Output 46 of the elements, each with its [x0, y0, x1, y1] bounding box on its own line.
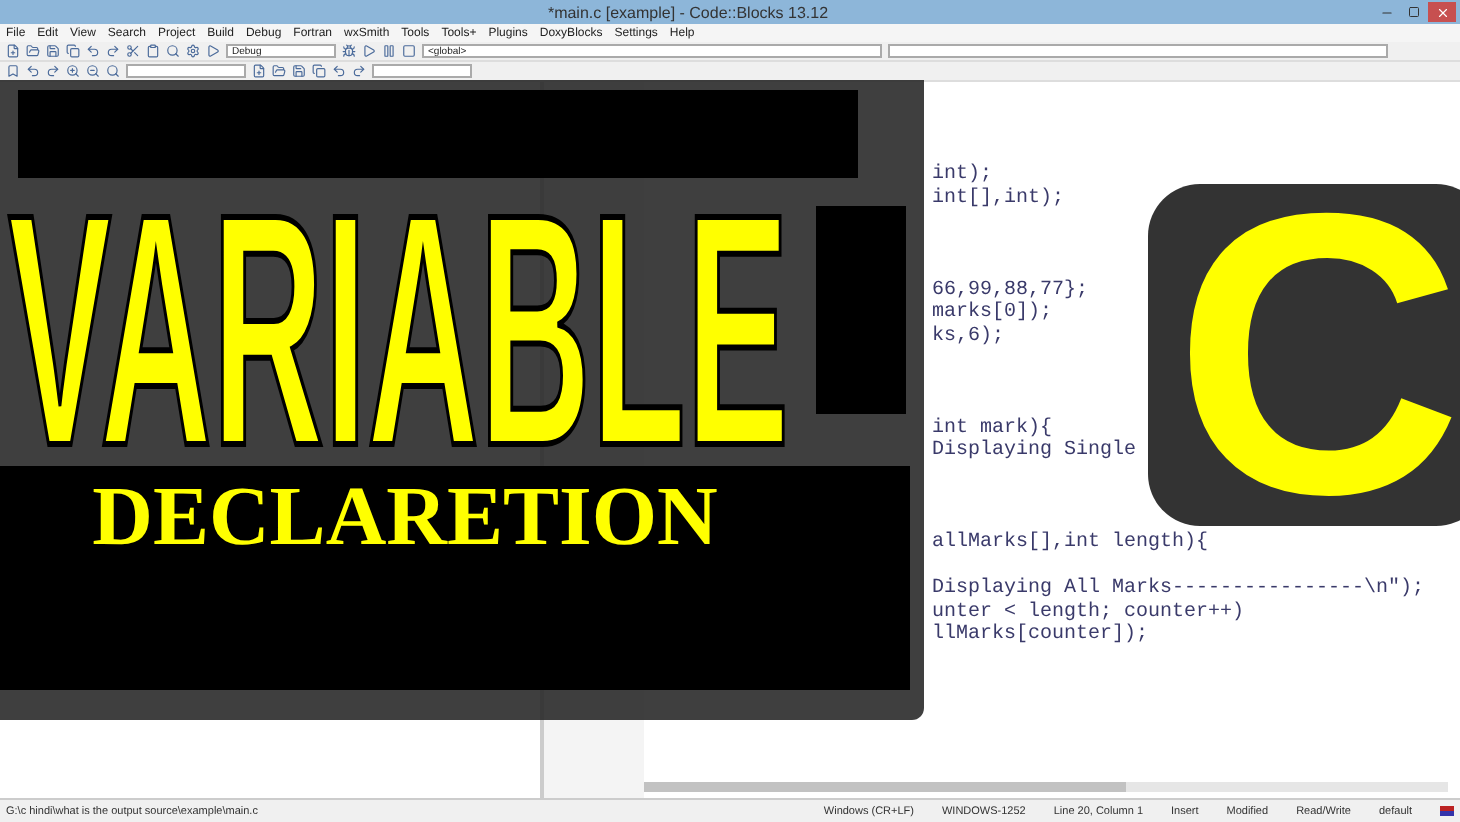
settings-icon[interactable]	[186, 44, 200, 58]
code-line: ks,6);	[932, 325, 1005, 347]
subtitle: DECLARETION	[92, 470, 718, 568]
folder-icon[interactable]	[26, 44, 40, 58]
zoom-in-icon[interactable]	[66, 64, 80, 78]
maximize-icon[interactable]	[1408, 6, 1420, 18]
copy-icon[interactable]	[312, 64, 326, 78]
cut-icon[interactable]	[126, 44, 140, 58]
new-file-icon[interactable]	[252, 64, 266, 78]
stop-icon[interactable]	[402, 44, 416, 58]
code-line: 66,99,88,77};	[932, 279, 1089, 301]
code-line: llMarks[counter]);	[932, 624, 1149, 646]
paste-icon[interactable]	[146, 44, 160, 58]
save-icon[interactable]	[46, 44, 60, 58]
code-line: int[],int);	[932, 187, 1065, 209]
code-line: int);	[932, 164, 993, 186]
redo-icon[interactable]	[352, 64, 366, 78]
undo-icon[interactable]	[86, 44, 100, 58]
code-line: allMarks[],int length){	[932, 532, 1209, 554]
bookmark-icon[interactable]	[6, 64, 20, 78]
play-icon[interactable]	[206, 44, 220, 58]
code-line: marks[0]);	[932, 302, 1053, 324]
copy-icon[interactable]	[66, 44, 80, 58]
new-file-icon[interactable]	[6, 44, 20, 58]
window-title: *main.c [example] - Code::Blocks 13.12	[545, 3, 831, 21]
code-line: Displaying All Marks----------------\n");	[932, 578, 1425, 600]
search-icon[interactable]	[106, 64, 120, 78]
undo-icon[interactable]	[332, 64, 346, 78]
redo-icon[interactable]	[106, 44, 120, 58]
undo-icon[interactable]	[26, 64, 40, 78]
folder-icon[interactable]	[272, 64, 286, 78]
bug-icon[interactable]	[342, 44, 356, 58]
pause-icon[interactable]	[382, 44, 396, 58]
play-icon[interactable]	[362, 44, 376, 58]
code-line: Displaying Single	[932, 440, 1137, 462]
code-line: unter < length; counter++)	[932, 601, 1245, 623]
close-icon[interactable]	[1435, 5, 1449, 19]
zoom-out-icon[interactable]	[86, 64, 100, 78]
flag-icon	[1440, 806, 1454, 816]
horizontal-scrollbar[interactable]	[644, 782, 1448, 792]
headline: VARIABLE	[8, 200, 790, 460]
redo-icon[interactable]	[46, 64, 60, 78]
code-line: int mark){	[932, 417, 1053, 439]
search-icon[interactable]	[166, 44, 180, 58]
close-button[interactable]	[1428, 2, 1456, 22]
save-icon[interactable]	[292, 64, 306, 78]
